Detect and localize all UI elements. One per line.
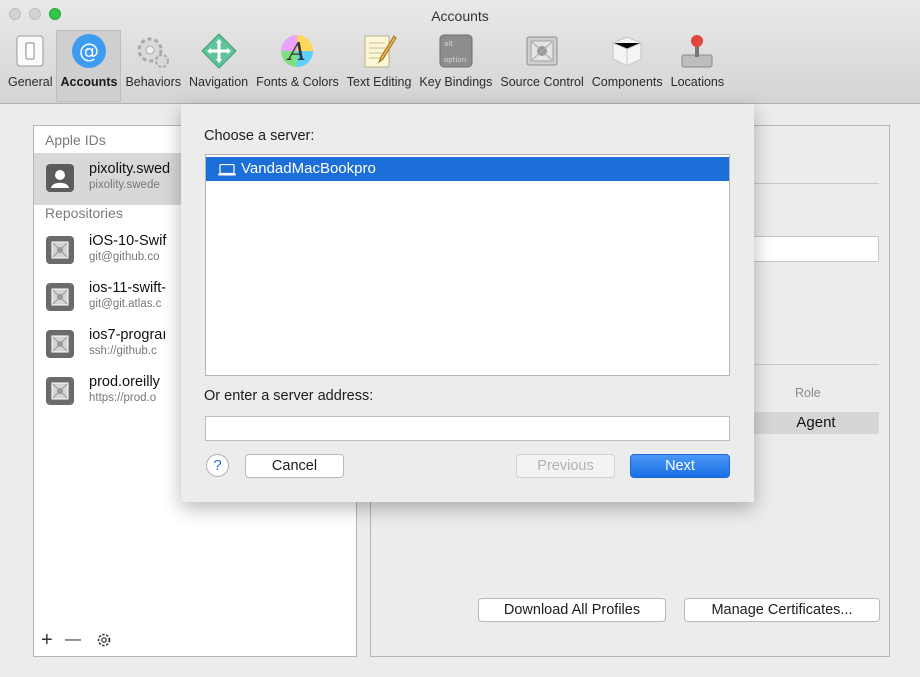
repository-name: prod.oreilly xyxy=(89,374,160,390)
tab-label: Text Editing xyxy=(346,75,412,89)
tab-fonts-colors[interactable]: A Fonts & Colors xyxy=(252,30,343,102)
tab-label: Source Control xyxy=(500,75,584,89)
server-name: VandadMacBookpro xyxy=(241,160,376,177)
help-button[interactable]: ? xyxy=(206,454,229,477)
tab-text-editing[interactable]: Text Editing xyxy=(343,30,416,102)
tab-label: Accounts xyxy=(60,75,118,89)
choose-server-label: Choose a server: xyxy=(204,128,315,144)
key-bindings-alt-text: alt xyxy=(444,40,453,48)
repository-url: git@git.atlas.c xyxy=(89,298,162,310)
gears-icon xyxy=(135,33,171,69)
role-cell[interactable]: Agent xyxy=(753,412,879,434)
user-silhouette-icon xyxy=(46,164,74,192)
tab-label: Locations xyxy=(670,75,725,89)
tab-navigation[interactable]: Navigation xyxy=(185,30,252,102)
repository-vault-icon xyxy=(46,377,74,405)
key-bindings-option-text: option xyxy=(444,56,466,64)
general-switch-icon xyxy=(12,33,48,69)
tab-label: Navigation xyxy=(189,75,249,89)
preferences-tabs: General @ Accounts Behaviors Navigation xyxy=(4,30,728,102)
svg-text:@: @ xyxy=(79,39,99,63)
cancel-button[interactable]: Cancel xyxy=(245,454,344,478)
svg-text:A: A xyxy=(287,38,306,66)
previous-button[interactable]: Previous xyxy=(516,454,615,478)
joystick-icon xyxy=(679,33,715,69)
repositories-header: Repositories xyxy=(45,205,123,221)
repository-name: iOS-10-Swif xyxy=(89,233,167,249)
add-account-button[interactable]: + xyxy=(41,630,53,650)
manage-certificates-button[interactable]: Manage Certificates... xyxy=(684,598,880,622)
font-palette-icon: A xyxy=(279,33,315,69)
server-list[interactable]: VandadMacBookpro xyxy=(205,154,730,376)
tab-key-bindings[interactable]: alt option Key Bindings xyxy=(415,30,496,102)
server-row[interactable]: VandadMacBookpro xyxy=(206,157,729,181)
tab-components[interactable]: Components xyxy=(588,30,667,102)
apple-ids-header: Apple IDs xyxy=(45,132,106,148)
repository-name: ios-11-swift- xyxy=(89,280,167,296)
components-box-icon xyxy=(609,33,645,69)
tab-label: Components xyxy=(591,75,663,89)
laptop-icon xyxy=(218,163,236,181)
repository-vault-icon xyxy=(46,236,74,264)
repository-url: https://prod.o xyxy=(89,392,157,404)
server-address-input[interactable] xyxy=(205,416,730,441)
tab-accounts[interactable]: @ Accounts xyxy=(56,30,122,102)
repository-url: ssh://github.c xyxy=(89,345,157,357)
window-toolbar: Accounts General @ Accounts Behaviors Na… xyxy=(0,0,920,104)
tab-label: Behaviors xyxy=(125,75,182,89)
pencil-paper-icon xyxy=(361,33,397,69)
at-sign-icon: @ xyxy=(71,33,107,69)
divider xyxy=(751,183,879,184)
next-button[interactable]: Next xyxy=(630,454,730,478)
server-address-label: Or enter a server address: xyxy=(204,388,374,404)
role-column-header: Role xyxy=(795,386,821,400)
tab-label: Fonts & Colors xyxy=(256,75,339,89)
account-email: pixolity.swede xyxy=(89,179,160,191)
repository-vault-icon xyxy=(46,330,74,358)
detail-text-field[interactable] xyxy=(751,236,879,262)
tab-locations[interactable]: Locations xyxy=(667,30,729,102)
navigation-arrows-icon xyxy=(200,33,237,69)
tab-behaviors[interactable]: Behaviors xyxy=(121,30,185,102)
divider xyxy=(751,364,879,365)
tab-label: General xyxy=(8,75,53,89)
tab-general[interactable]: General xyxy=(4,30,56,102)
keyboard-key-icon: alt option xyxy=(438,33,474,69)
gear-icon[interactable] xyxy=(96,632,112,652)
list-action-bar: + — xyxy=(34,626,356,656)
repository-name: ios7-prograı xyxy=(89,327,167,343)
window-title: Accounts xyxy=(431,8,489,24)
vault-icon xyxy=(524,33,560,69)
choose-server-sheet: Choose a server: VandadMacBookpro Or ent… xyxy=(181,104,754,502)
remove-account-button[interactable]: — xyxy=(65,630,81,650)
repository-vault-icon xyxy=(46,283,74,311)
tab-source-control[interactable]: Source Control xyxy=(496,30,587,102)
repository-url: git@github.co xyxy=(89,251,160,263)
account-name: pixolity.swed xyxy=(89,161,171,177)
download-all-profiles-button[interactable]: Download All Profiles xyxy=(478,598,666,622)
tab-label: Key Bindings xyxy=(419,75,493,89)
